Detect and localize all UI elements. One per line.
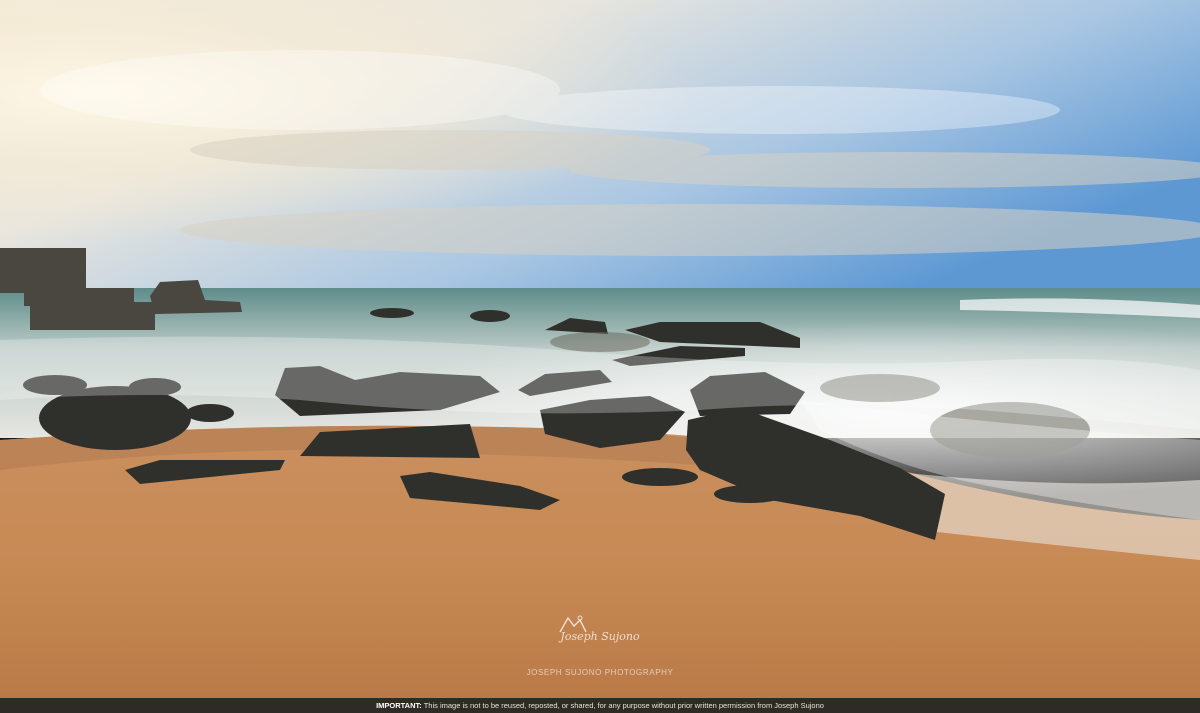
beach-photo: [0, 0, 1200, 698]
notice-text: This image is not to be reused, reposted…: [423, 701, 824, 710]
copyright-notice-bar: IMPORTANT: This image is not to be reuse…: [0, 698, 1200, 713]
notice-label: IMPORTANT:: [376, 701, 422, 710]
